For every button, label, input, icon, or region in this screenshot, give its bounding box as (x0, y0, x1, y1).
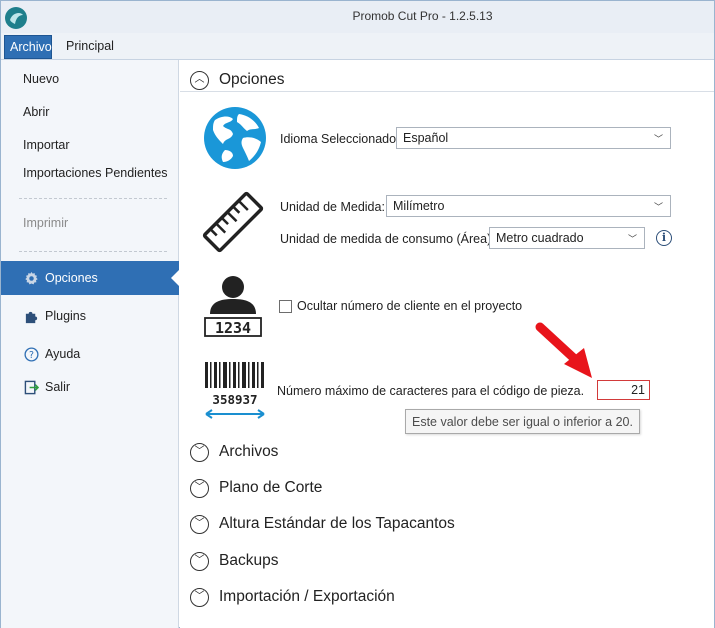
section-altura-tapacantos[interactable]: ﹀ Altura Estándar de los Tapacantos (190, 511, 455, 537)
area-unit-value: Metro cuadrado (496, 231, 584, 245)
barcode-number: 358937 (212, 392, 257, 407)
unit-select[interactable]: Milímetro ﹀ (386, 195, 671, 217)
section-divider (180, 91, 714, 92)
hide-client-label: Ocultar número de cliente en el proyecto (297, 299, 523, 313)
help-icon: ? (23, 346, 39, 362)
language-label: Idioma Seleccionado: (280, 132, 400, 146)
chevron-down-icon: ﹀ (190, 587, 209, 607)
hide-client-checkbox[interactable] (279, 300, 292, 313)
area-unit-select[interactable]: Metro cuadrado ﹀ (489, 227, 645, 249)
ruler-icon (202, 191, 264, 253)
app-window: Promob Cut Pro - 1.2.5.13 Archivo Princi… (0, 0, 715, 628)
ribbon-tab-row: Archivo Principal (1, 33, 714, 60)
section-title: Importación / Exportación (219, 588, 395, 605)
sidebar-item-abrir[interactable]: Abrir (23, 105, 49, 119)
globe-icon (204, 107, 266, 169)
section-importacion-exportacion[interactable]: ﹀ Importación / Exportación (190, 584, 395, 610)
barcode-bars (205, 362, 264, 388)
sidebar-item-nuevo[interactable]: Nuevo (23, 72, 59, 86)
client-badge-number: 1234 (215, 319, 251, 337)
chevron-down-icon: ﹀ (627, 234, 637, 244)
chevron-up-icon: ︿ (190, 70, 209, 90)
section-archivos[interactable]: ﹀ Archivos (190, 439, 278, 465)
chevron-down-icon: ﹀ (653, 202, 663, 212)
unit-label: Unidad de Medida: (280, 200, 385, 214)
sidebar-item-importaciones-pendientes[interactable]: Importaciones Pendientes (23, 166, 168, 180)
chevron-down-icon: ﹀ (653, 134, 663, 144)
window-title: Promob Cut Pro - 1.2.5.13 (352, 9, 493, 23)
sidebar-item-opciones[interactable]: Opciones (1, 261, 180, 295)
puzzle-icon (23, 308, 39, 324)
sidebar-divider (19, 198, 167, 199)
tab-archivo[interactable]: Archivo (4, 35, 52, 59)
chevron-down-icon: ﹀ (190, 442, 209, 462)
section-title: Archivos (219, 443, 279, 460)
info-icon[interactable]: i (656, 230, 672, 246)
language-select[interactable]: Español ﹀ (396, 127, 671, 149)
sidebar-divider (19, 251, 167, 252)
exit-icon (23, 379, 39, 395)
sidebar-item-label: Opciones (45, 271, 98, 285)
annotation-arrow-icon (535, 322, 592, 378)
tab-principal[interactable]: Principal (61, 35, 119, 59)
section-title: Plano de Corte (219, 479, 323, 496)
sidebar-item-importar[interactable]: Importar (23, 138, 70, 152)
section-title: Altura Estándar de los Tapacantos (219, 515, 455, 532)
sidebar-item-ayuda[interactable]: ? Ayuda (1, 337, 179, 371)
chevron-down-icon: ﹀ (190, 551, 209, 571)
client-icon: 1234 (204, 276, 262, 337)
gear-icon (23, 270, 39, 286)
sidebar: Nuevo Abrir Importar Importaciones Pendi… (1, 60, 180, 628)
section-title: Backups (219, 552, 279, 569)
sidebar-item-salir[interactable]: Salir (1, 370, 179, 404)
section-backups[interactable]: ﹀ Backups (190, 548, 278, 574)
chevron-down-icon: ﹀ (190, 514, 209, 534)
section-plano-de-corte[interactable]: ﹀ Plano de Corte (190, 475, 322, 501)
section-title: Opciones (219, 71, 285, 88)
sidebar-item-label: Plugins (45, 309, 86, 323)
section-opciones[interactable]: ︿ Opciones (190, 67, 284, 93)
sidebar-item-imprimir[interactable]: Imprimir (23, 216, 68, 230)
validation-tooltip: Este valor debe ser igual o inferior a 2… (405, 409, 640, 434)
svg-text:?: ? (29, 349, 34, 360)
sidebar-item-plugins[interactable]: Plugins (1, 299, 179, 333)
sidebar-item-label: Ayuda (45, 347, 81, 361)
unit-value: Milímetro (393, 199, 445, 213)
main-panel: ︿ Opciones Idioma Seleccionado: Español … (180, 60, 714, 628)
language-value: Español (403, 131, 449, 145)
title-bar: Promob Cut Pro - 1.2.5.13 (1, 1, 714, 33)
barcode-icon: 358937 (205, 362, 265, 419)
chevron-down-icon: ﹀ (190, 478, 209, 498)
area-unit-label: Unidad de medida de consumo (Área): (280, 232, 495, 246)
sidebar-item-label: Salir (45, 380, 71, 394)
